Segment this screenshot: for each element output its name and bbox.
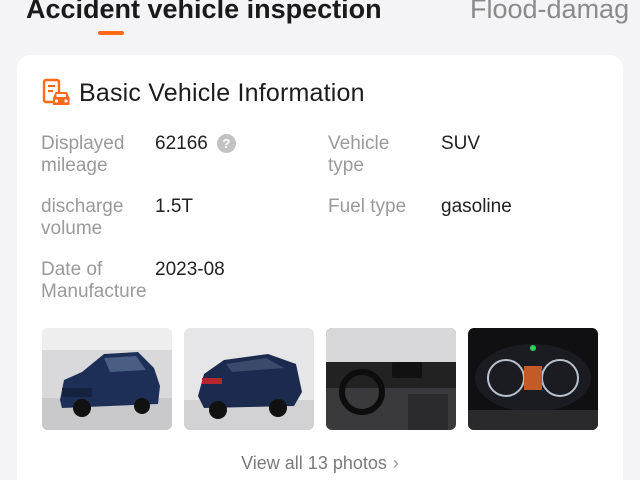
tab-accident-inspection[interactable]: Accident vehicle inspection — [26, 0, 382, 26]
manufacture-date-value: 2023-08 — [155, 259, 225, 280]
card-title: Basic Vehicle Information — [79, 78, 365, 107]
displacement-label: discharge volume — [41, 196, 124, 239]
card-header: Basic Vehicle Information — [41, 77, 365, 109]
vehicle-type-label: Vehicle type — [328, 133, 390, 176]
view-all-photos-link[interactable]: View all 13 photos › — [17, 453, 623, 474]
tab-bar: Accident vehicle inspection Flood-damag — [0, 0, 640, 46]
car-instrument-cluster-photo[interactable] — [468, 328, 598, 430]
displacement-value: 1.5T — [155, 196, 194, 217]
vehicle-type-value: SUV — [441, 133, 481, 154]
question-circle-icon[interactable]: ? — [216, 134, 236, 153]
fuel-type-value: gasoline — [441, 196, 512, 217]
car-rear-exterior-photo[interactable] — [184, 328, 314, 430]
manufacture-date-label: Date of Manufacture — [41, 259, 147, 302]
chevron-right-icon: › — [392, 453, 399, 473]
mileage-value: 62166? — [155, 133, 236, 155]
car-document-icon — [41, 78, 71, 108]
fuel-type-label: Fuel type — [328, 196, 407, 217]
car-interior-dashboard-photo[interactable] — [326, 328, 456, 430]
mileage-label: Displayed mileage — [41, 133, 125, 176]
active-tab-indicator — [98, 31, 124, 35]
car-front-exterior-photo[interactable] — [42, 328, 172, 430]
basic-vehicle-info-card: Basic Vehicle Information Displayed mile… — [17, 55, 623, 480]
tab-flood-damage[interactable]: Flood-damag — [470, 0, 629, 26]
